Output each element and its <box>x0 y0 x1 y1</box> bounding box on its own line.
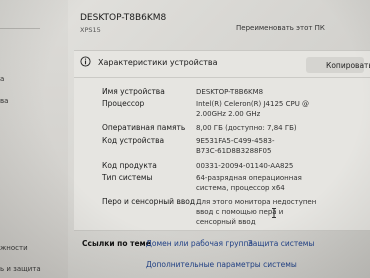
sidebar: а ва жности ь и защита <box>0 0 68 278</box>
system-protection-link[interactable]: Защита системы <box>248 239 314 248</box>
spec-label-device-name: Имя устройства <box>102 87 165 96</box>
spec-value-device-id: 9E531FA5-C499-4583- <box>196 137 275 145</box>
spec-value-ram: 8,00 ГБ (доступно: 7,84 ГБ) <box>196 124 297 132</box>
device-specs-title: Характеристики устройства <box>98 58 218 67</box>
info-icon <box>80 56 91 67</box>
spec-value-pen-touch-3: сенсорный ввод <box>196 218 256 226</box>
spec-value-product-id: 00331-20094-01140-AA825 <box>196 162 294 170</box>
sidebar-divider <box>0 28 40 29</box>
related-links-title: Ссылки по теме <box>82 239 151 248</box>
settings-window: а ва жности ь и защита DESKTOP-T8B6KM8 X… <box>0 0 370 278</box>
spec-value-processor-2: 2.00GHz 2.00 GHz <box>196 110 261 118</box>
rename-pc-button[interactable]: Переименовать этот ПК <box>236 24 325 32</box>
spec-value-pen-touch: Для этого монитора недоступен <box>196 198 317 206</box>
copy-button[interactable]: Копировать <box>306 57 370 73</box>
device-name-heading: DESKTOP-T8B6KM8 <box>80 13 167 23</box>
spec-value-pen-touch-2: ввод с помощью пера и <box>196 208 284 216</box>
spec-value-processor: Intel(R) Celeron(R) J4125 CPU @ <box>196 100 310 108</box>
spec-value-system-type: 64-разрядная операционная <box>196 174 302 182</box>
spec-label-ram: Оперативная память <box>102 123 186 132</box>
divider <box>74 77 370 78</box>
spec-label-device-id: Код устройства <box>102 136 165 145</box>
spec-label-pen-touch: Перо и сенсорный ввод <box>102 197 196 206</box>
sidebar-item[interactable]: а <box>0 75 4 83</box>
sidebar-item-privacy[interactable]: ь и защита <box>0 265 41 273</box>
sidebar-item[interactable]: ва <box>0 97 8 105</box>
spec-label-product-id: Код продукта <box>102 161 157 170</box>
spec-label-processor: Процессор <box>102 99 145 108</box>
advanced-system-settings-link[interactable]: Дополнительные параметры системы <box>146 260 297 269</box>
spec-label-system-type: Тип системы <box>102 173 153 182</box>
spec-value-system-type-2: система, процессор x64 <box>196 184 285 192</box>
device-specs-panel: Характеристики устройства Копировать Имя… <box>74 50 370 231</box>
sidebar-item[interactable]: жности <box>0 244 28 252</box>
device-specs-header[interactable]: Характеристики устройства Копировать <box>74 51 370 75</box>
spec-value-device-name: DESKTOP-T8B6KM8 <box>196 88 264 96</box>
related-links-bar: Ссылки по теме Домен или рабочая группа … <box>74 230 370 251</box>
device-model: XPS15 <box>80 26 101 34</box>
domain-workgroup-link[interactable]: Домен или рабочая группа <box>146 239 253 248</box>
text-cursor-icon <box>272 208 276 218</box>
spec-value-device-id-2: B73C-61D8B3288F05 <box>196 147 272 155</box>
